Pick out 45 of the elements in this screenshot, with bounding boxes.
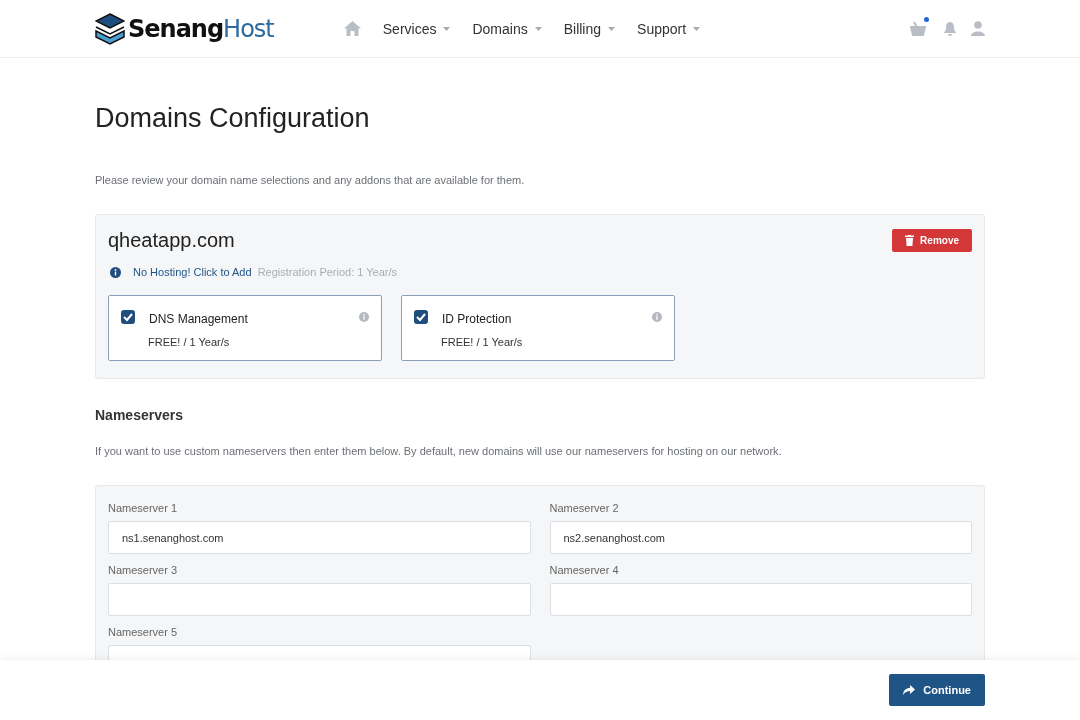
nav-menu-item[interactable]: Support	[637, 20, 701, 37]
logo-text[interactable]: SenangHost	[128, 14, 274, 43]
addon-name: DNS Management	[149, 312, 248, 326]
home-icon[interactable]	[343, 21, 361, 36]
nameservers-description: If you want to use custom nameservers then enter them below. By default, new domains will use our nameservers for hosting on our network.	[95, 445, 783, 457]
field-label: Nameserver 1	[108, 502, 179, 514]
field-label: Nameserver 5	[108, 626, 179, 638]
remove-button[interactable]: Remove	[892, 229, 972, 252]
info-icon	[359, 312, 369, 322]
user-icon[interactable]	[971, 21, 985, 36]
input-field[interactable]	[108, 583, 531, 616]
input-field[interactable]	[549, 583, 972, 616]
share-arrow-icon	[903, 685, 916, 695]
section-title: Nameservers	[95, 407, 184, 423]
addon-card[interactable]: DNS Management FREE! / 1 Year/s	[108, 295, 382, 361]
logo-icon	[95, 12, 125, 45]
caret-icon	[608, 26, 616, 31]
nav-menu-item[interactable]: Services	[382, 20, 451, 37]
caret-icon	[534, 26, 542, 31]
addon-price: FREE! / 1 Year/s	[441, 336, 524, 348]
caret-icon	[443, 26, 451, 31]
add-hosting-link[interactable]: No Hosting! Click to Add	[133, 266, 252, 278]
input-field[interactable]: ns2.senanghost.com	[549, 521, 972, 554]
domain-name: qheatapp.com	[108, 229, 235, 252]
page-title: Domains Configuration	[95, 103, 371, 134]
nav-menu-item[interactable]: Domains	[472, 20, 542, 37]
registration-period: Registration Period: 1 Year/s	[257, 266, 398, 278]
trash-icon	[905, 235, 915, 246]
checkbox[interactable]	[121, 310, 135, 324]
continue-button[interactable]: Continue	[889, 674, 985, 706]
addon-price: FREE! / 1 Year/s	[148, 336, 231, 348]
intro-text: Please review your domain name selections and any addons that are available for them.	[95, 174, 526, 186]
addon-name: ID Protection	[442, 312, 512, 326]
nav-menu-item[interactable]: Billing	[563, 20, 616, 37]
field-label: Nameserver 2	[549, 502, 620, 514]
input-field[interactable]: ns1.senanghost.com	[108, 521, 531, 554]
caret-icon	[693, 26, 701, 31]
checkbox[interactable]	[414, 310, 428, 324]
info-icon	[110, 266, 121, 278]
info-icon	[652, 312, 662, 322]
field-label: Nameserver 3	[108, 564, 179, 576]
addon-card[interactable]: ID Protection FREE! / 1 Year/s	[401, 295, 675, 361]
bell-icon[interactable]	[943, 20, 957, 37]
field-label: Nameserver 4	[549, 564, 620, 576]
cart-icon[interactable]	[910, 20, 929, 37]
